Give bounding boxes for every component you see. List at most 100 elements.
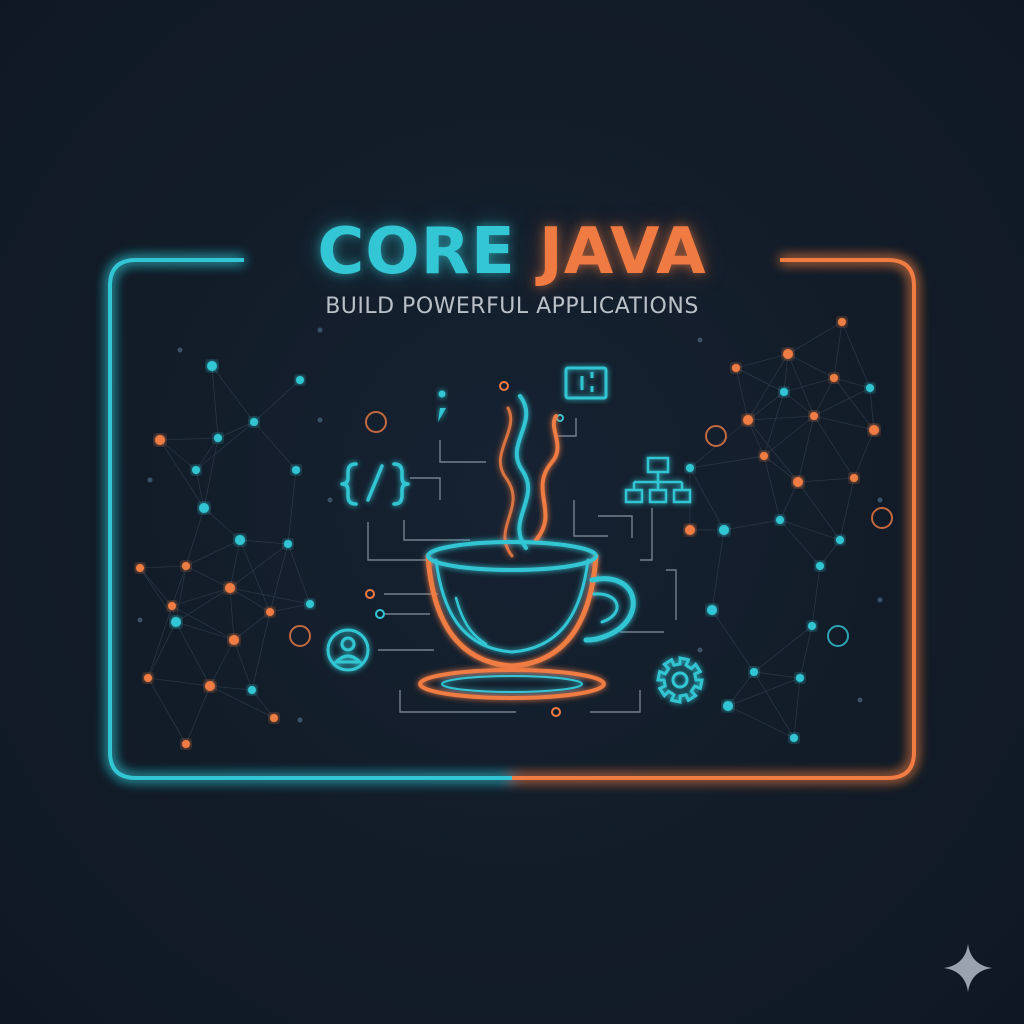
- network-node: [790, 734, 798, 742]
- network-node: [225, 583, 235, 593]
- semicolon-icon: [438, 390, 446, 422]
- network-dot: [877, 497, 883, 503]
- network-line: [819, 539, 841, 567]
- network-node: [760, 452, 768, 460]
- sparkle-icon: [944, 944, 992, 992]
- network-line: [811, 565, 821, 627]
- neon-frame: [108, 258, 916, 780]
- network-line: [269, 543, 289, 613]
- network-dot: [177, 347, 183, 353]
- network-line: [747, 353, 789, 421]
- network-line: [185, 565, 231, 589]
- network-node: [796, 674, 804, 682]
- network-line: [233, 639, 253, 691]
- network-node: [719, 525, 729, 535]
- network-node: [207, 361, 217, 371]
- network-line: [175, 587, 231, 623]
- network-line: [735, 367, 785, 393]
- network-line: [797, 415, 815, 483]
- network-line: [147, 677, 187, 745]
- network-line: [217, 421, 255, 439]
- network-line: [787, 353, 835, 379]
- network-dot: [697, 647, 703, 653]
- network-line: [753, 671, 801, 679]
- network-node: [816, 562, 824, 570]
- network-line: [159, 437, 219, 441]
- network-line: [763, 391, 785, 457]
- network-line: [813, 415, 855, 479]
- network-line: [253, 421, 297, 471]
- network-node: [266, 608, 274, 616]
- network-line: [139, 567, 177, 623]
- network-node: [229, 635, 239, 645]
- network-node: [214, 434, 222, 442]
- network-line: [211, 365, 255, 423]
- network-line: [175, 621, 235, 641]
- network-line: [175, 565, 187, 623]
- network-line: [147, 605, 173, 679]
- network-line: [783, 377, 835, 393]
- network-node: [292, 466, 300, 474]
- network-node: [250, 418, 258, 426]
- network-line: [763, 455, 781, 521]
- network-line: [793, 677, 801, 739]
- gear-hub: [671, 671, 689, 689]
- network-node: [155, 435, 165, 445]
- network-line: [711, 609, 755, 673]
- network-line: [747, 415, 815, 421]
- network-line: [175, 621, 211, 687]
- network-line: [763, 415, 815, 457]
- gear-icon: [656, 656, 704, 704]
- network-line: [747, 419, 765, 457]
- network-line: [779, 481, 799, 521]
- network-line: [159, 439, 205, 509]
- network-line: [787, 321, 843, 355]
- network-line: [209, 639, 235, 687]
- network-node: [136, 564, 144, 572]
- network-line: [195, 421, 255, 471]
- network-node: [685, 525, 695, 535]
- banner-subtitle: BUILD POWERFUL APPLICATIONS: [325, 294, 699, 319]
- network-dot: [317, 327, 323, 333]
- banner-canvas: CORE JAVA BUILD POWERFUL APPLICATIONS: [0, 0, 1024, 1024]
- network-dot: [297, 717, 303, 723]
- network-dot: [697, 337, 703, 343]
- network-line: [287, 469, 297, 545]
- network-line: [185, 539, 241, 567]
- network-line: [269, 603, 311, 613]
- network-line: [813, 387, 871, 417]
- code-brackets-icon: [340, 462, 410, 506]
- window-icon: [564, 366, 608, 400]
- network-line: [747, 419, 799, 483]
- network-line: [147, 677, 211, 687]
- network-node: [780, 388, 788, 396]
- network-line: [747, 391, 785, 421]
- network-node: [743, 415, 753, 425]
- network-node: [199, 503, 209, 513]
- network-line: [139, 565, 187, 569]
- network-dot: [327, 497, 333, 503]
- network-line: [783, 391, 815, 417]
- network-line: [813, 377, 835, 417]
- banner-artwork: [108, 258, 992, 992]
- network-line: [833, 321, 843, 379]
- frame-right-orange: [512, 258, 916, 780]
- user-profile-icon: [326, 628, 370, 672]
- network-line: [763, 455, 799, 483]
- banner-title: CORE JAVA: [0, 214, 1024, 290]
- network-line: [287, 543, 311, 605]
- network-line: [689, 455, 765, 469]
- network-line: [239, 539, 289, 545]
- network-node: [793, 477, 803, 487]
- network-node: [838, 318, 846, 326]
- network-ring: [289, 625, 311, 647]
- network-line: [253, 379, 301, 423]
- network-node: [205, 681, 215, 691]
- network-line: [211, 365, 219, 439]
- network-node: [732, 364, 740, 372]
- network-node: [830, 374, 838, 382]
- network-line: [229, 543, 289, 589]
- network-node: [182, 740, 190, 748]
- network-line: [203, 507, 241, 541]
- title-word-java: JAVA: [538, 215, 707, 289]
